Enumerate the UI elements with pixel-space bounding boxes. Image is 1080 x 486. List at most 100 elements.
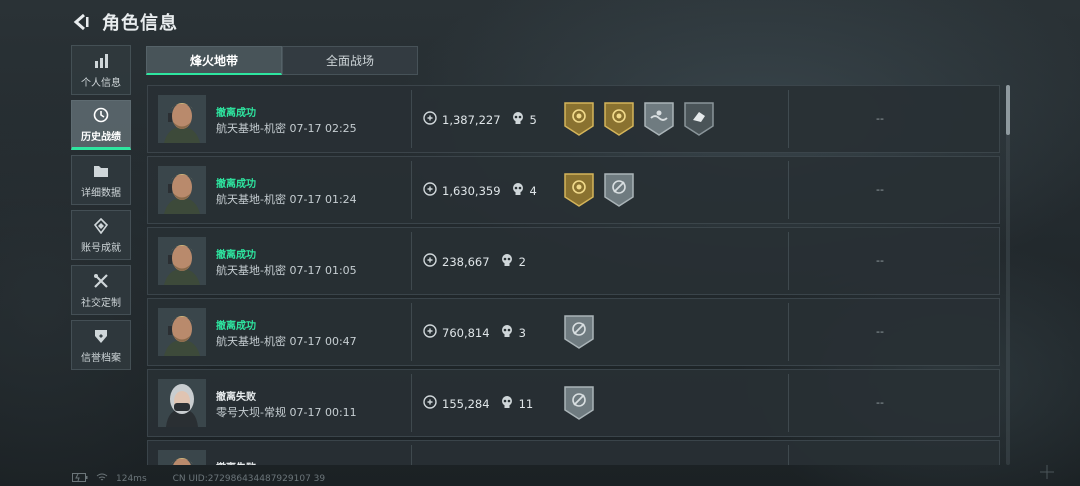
extraction-result: 撤离成功 — [216, 250, 256, 261]
column-divider — [788, 232, 789, 290]
match-record-row[interactable]: 撤离失败 — [147, 440, 1000, 465]
coin-icon — [423, 253, 442, 270]
column-divider — [411, 232, 412, 290]
extra-info: -- — [876, 254, 884, 267]
match-meta: 航天基地-机密 07-17 00:47 — [216, 333, 357, 349]
sidebar-item-social[interactable]: 社交定制 — [71, 265, 131, 315]
match-time: 07-17 02:25 — [289, 122, 357, 135]
status-bar: 124ms CN UID:272986434487929107 39 — [72, 473, 325, 485]
gold-badge-icon[interactable] — [603, 102, 635, 136]
skull-icon — [500, 324, 519, 341]
sidebar-item-label: 详细数据 — [81, 187, 121, 199]
badge-list — [563, 173, 635, 207]
extra-info: -- — [876, 325, 884, 338]
match-record-row[interactable]: 撤离成功 航天基地-机密 07-17 01:05 238,667 2 -- — [147, 227, 1000, 295]
map-name: 航天基地-机密 — [216, 335, 286, 348]
column-divider — [788, 303, 789, 361]
tab-full-battlefield[interactable]: 全面战场 — [282, 46, 418, 75]
extracted-value: 760,814 — [442, 325, 490, 340]
extraction-result: 撤离成功 — [216, 108, 256, 119]
sidebar-item-history[interactable]: 历史战绩 — [71, 100, 131, 150]
match-stats: 1,630,359 4 — [423, 182, 537, 199]
kill-count: 2 — [518, 254, 526, 269]
extracted-value: 155,284 — [442, 396, 490, 411]
match-time: 07-17 01:05 — [289, 264, 357, 277]
dark-hand-badge-icon[interactable] — [683, 102, 715, 136]
match-meta: 航天基地-机密 07-17 01:05 — [216, 262, 357, 278]
sidebar-item-label: 账号成就 — [81, 242, 121, 254]
extraction-result: 撤离成功 — [216, 179, 256, 190]
extraction-result: 撤离失败 — [216, 392, 256, 403]
silver-cross-badge-icon[interactable] — [563, 386, 595, 420]
kill-count: 3 — [518, 325, 526, 340]
gold-badge-icon[interactable] — [563, 173, 595, 207]
match-stats: 760,814 3 — [423, 324, 526, 341]
match-time: 07-17 00:47 — [289, 335, 357, 348]
extra-info: -- — [876, 112, 884, 125]
silver-cross-badge-icon[interactable] — [603, 173, 635, 207]
extracted-value: 238,667 — [442, 254, 490, 269]
match-record-row[interactable]: 撤离成功航天基地-机密 07-17 02:25 1,387,227 5 -- — [147, 85, 1000, 153]
scrollbar-thumb[interactable] — [1006, 85, 1010, 135]
gold-badge-icon[interactable] — [563, 102, 595, 136]
badge-list — [563, 102, 715, 136]
column-divider — [411, 445, 412, 465]
sidebar-item-label: 信誉档案 — [81, 352, 121, 364]
silver-wave-badge-icon[interactable] — [643, 102, 675, 136]
sidebar-item-achievements[interactable]: 账号成就 — [71, 210, 131, 260]
extra-info: -- — [876, 183, 884, 196]
map-name: 航天基地-机密 — [216, 193, 286, 206]
operator-avatar — [158, 95, 206, 143]
match-stats: 155,284 11 — [423, 395, 533, 412]
sidebar-item-details[interactable]: 详细数据 — [71, 155, 131, 205]
map-name: 零号大坝-常规 — [216, 406, 286, 419]
coin-icon — [423, 111, 442, 128]
column-divider — [411, 303, 412, 361]
operator-avatar — [158, 379, 206, 427]
extraction-result: 撤离失败 — [216, 459, 256, 465]
back-arrow-icon[interactable] — [70, 11, 92, 33]
column-divider — [411, 161, 412, 219]
operator-avatar — [158, 237, 206, 285]
uid-text: CN UID:272986434487929107 39 — [172, 474, 326, 484]
kill-count: 11 — [518, 396, 534, 411]
match-record-row[interactable]: 撤离成功航天基地-机密 07-17 01:24 1,630,359 4 -- — [147, 156, 1000, 224]
sidebar-item-profile[interactable]: 个人信息 — [71, 45, 131, 95]
match-stats: 238,667 2 — [423, 253, 526, 270]
page-header: 角色信息 — [70, 8, 178, 36]
map-name: 航天基地-机密 — [216, 264, 286, 277]
kill-count: 4 — [529, 183, 537, 198]
match-stats: 1,387,227 5 — [423, 111, 537, 128]
sidebar: 个人信息 历史战绩 详细数据 账号成就 社交定制 信誉档案 — [71, 45, 133, 375]
wifi-icon — [96, 473, 108, 485]
sidebar-item-credit[interactable]: 信誉档案 — [71, 320, 131, 370]
sidebar-item-label: 社交定制 — [81, 297, 121, 309]
coin-icon — [423, 395, 442, 412]
badge-list — [563, 315, 595, 349]
match-record-row[interactable]: 撤离成功 航天基地-机密 07-17 00:47 760,814 3 -- — [147, 298, 1000, 366]
tab-hazard-zone[interactable]: 烽火地带 — [146, 46, 282, 75]
match-meta: 零号大坝-常规 07-17 00:11 — [216, 404, 357, 420]
column-divider — [411, 374, 412, 432]
column-divider — [788, 90, 789, 148]
scrollbar-track[interactable] — [1006, 85, 1010, 465]
match-history-list: 撤离成功 航天基地-机密 07-17 02:25 1,387,227 5 -- 撤离成功航… — [147, 85, 1000, 465]
map-name: 航天基地-机密 — [216, 122, 286, 135]
tools-icon — [92, 272, 110, 290]
badge-list — [563, 386, 595, 420]
mode-tabs: 烽火地带 全面战场 — [146, 46, 418, 75]
folder-icon — [92, 162, 110, 180]
plus-icon — [1040, 464, 1054, 479]
operator-avatar — [158, 166, 206, 214]
extra-info: -- — [876, 396, 884, 409]
match-record-row[interactable]: 撤离失败 零号大坝-常规 07-17 00:11 155,284 11 -- — [147, 369, 1000, 437]
column-divider — [788, 374, 789, 432]
silver-cross-badge-icon[interactable] — [563, 315, 595, 349]
extraction-result: 撤离成功 — [216, 321, 256, 332]
column-divider — [788, 445, 789, 465]
match-time: 07-17 01:24 — [289, 193, 357, 206]
sidebar-item-label: 个人信息 — [81, 77, 121, 89]
extracted-value: 1,387,227 — [442, 112, 501, 127]
coin-icon — [423, 324, 442, 341]
column-divider — [788, 161, 789, 219]
